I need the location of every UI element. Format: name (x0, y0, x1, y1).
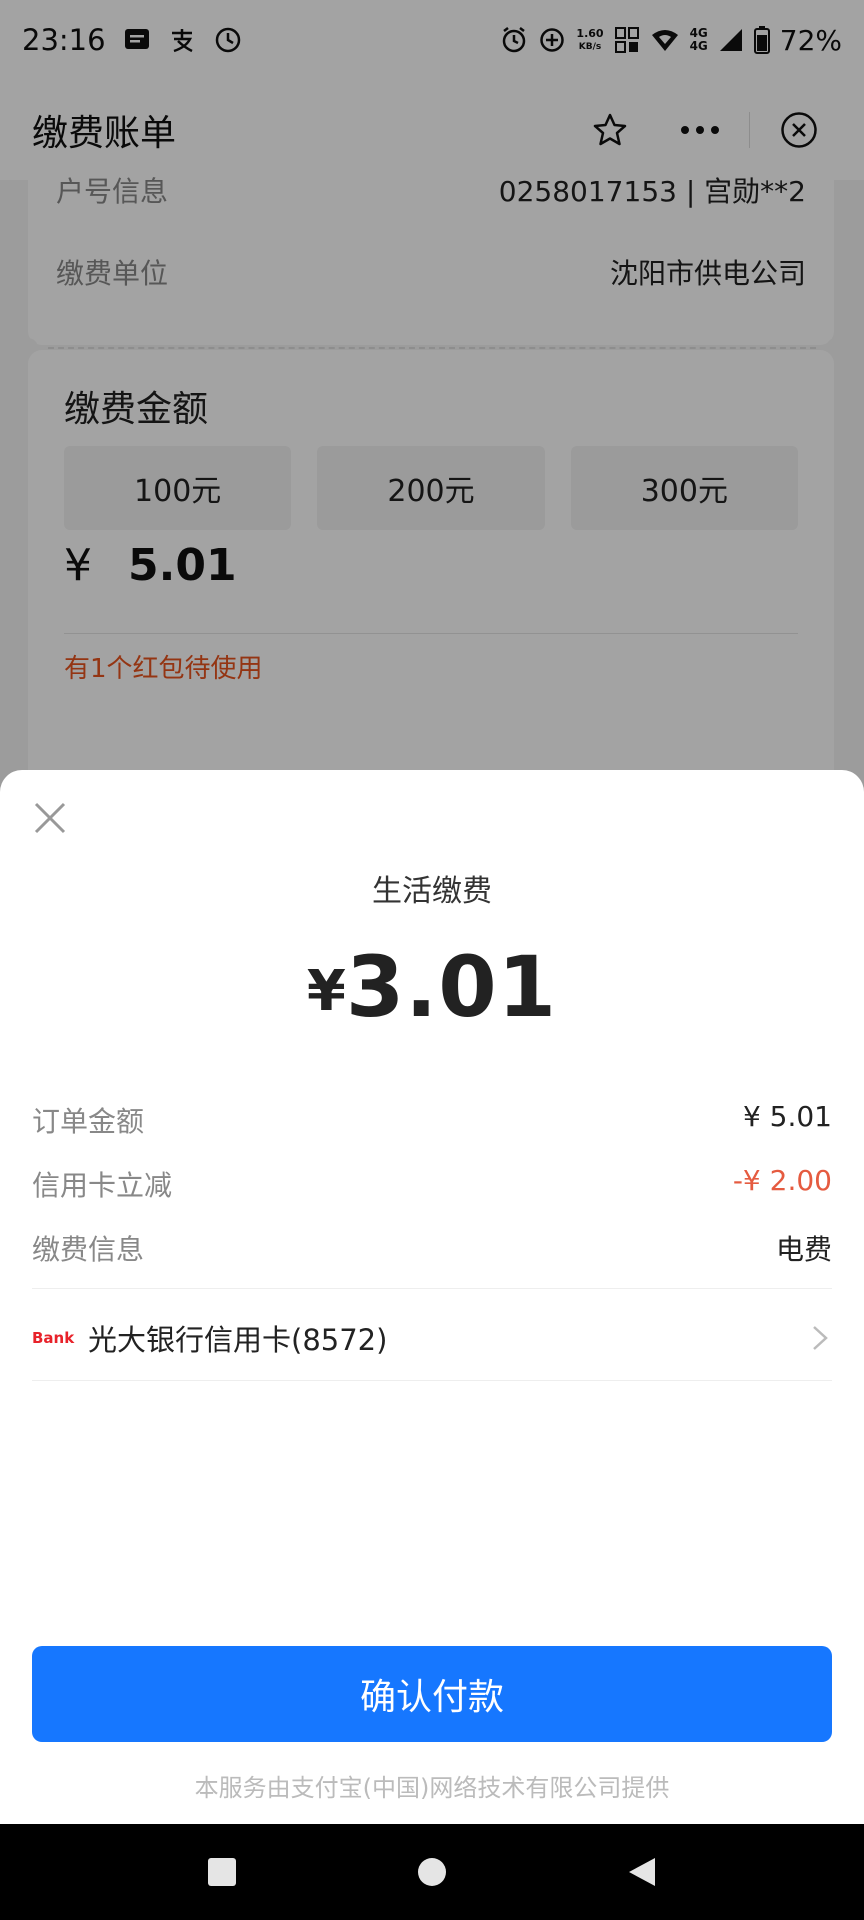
sheet-divider-top (32, 1288, 832, 1289)
recents-button[interactable] (202, 1852, 242, 1892)
chevron-right-icon (813, 1326, 828, 1350)
square-icon (208, 1858, 236, 1886)
payment-method-name: 光大银行信用卡(8572) (88, 1323, 388, 1357)
pay-info-row: 缴费信息 电费 (32, 1228, 832, 1268)
bank-logo-text: Bank (32, 1329, 75, 1347)
back-triangle-icon (629, 1858, 655, 1886)
close-sheet-button[interactable] (28, 796, 72, 840)
pay-info-label: 缴费信息 (32, 1233, 145, 1266)
pay-amount-value: 3.01 (345, 938, 558, 1036)
confirm-payment-button[interactable]: 确认付款 (32, 1646, 832, 1742)
payment-method-row[interactable]: Bank 光大银行信用卡(8572) (32, 1310, 832, 1366)
bank-logo-icon: Bank (32, 1328, 75, 1348)
system-nav-bar (0, 1824, 864, 1920)
order-amount-value: ¥ 5.01 (742, 1100, 832, 1133)
pay-currency: ¥ (306, 959, 346, 1024)
service-provider-note: 本服务由支付宝(中国)网络技术有限公司提供 (194, 1774, 670, 1802)
order-amount-label: 订单金额 (32, 1105, 145, 1138)
credit-discount-value: -¥ 2.00 (732, 1164, 832, 1197)
circle-icon (418, 1858, 446, 1886)
home-button[interactable] (412, 1852, 452, 1892)
sheet-divider-bottom (32, 1380, 832, 1381)
order-amount-row: 订单金额 ¥ 5.01 (32, 1100, 832, 1140)
payment-sheet: 生活缴费 ¥3.01 订单金额 ¥ 5.01 信用卡立减 -¥ 2.00 缴费信… (0, 770, 864, 1824)
pay-info-value: 电费 (775, 1233, 832, 1266)
back-button[interactable] (622, 1852, 662, 1892)
close-icon (34, 802, 66, 834)
credit-discount-row: 信用卡立减 -¥ 2.00 (32, 1164, 832, 1204)
sheet-title: 生活缴费 (372, 874, 492, 909)
credit-discount-label: 信用卡立减 (32, 1169, 173, 1202)
pay-amount: ¥3.01 (0, 938, 864, 1036)
